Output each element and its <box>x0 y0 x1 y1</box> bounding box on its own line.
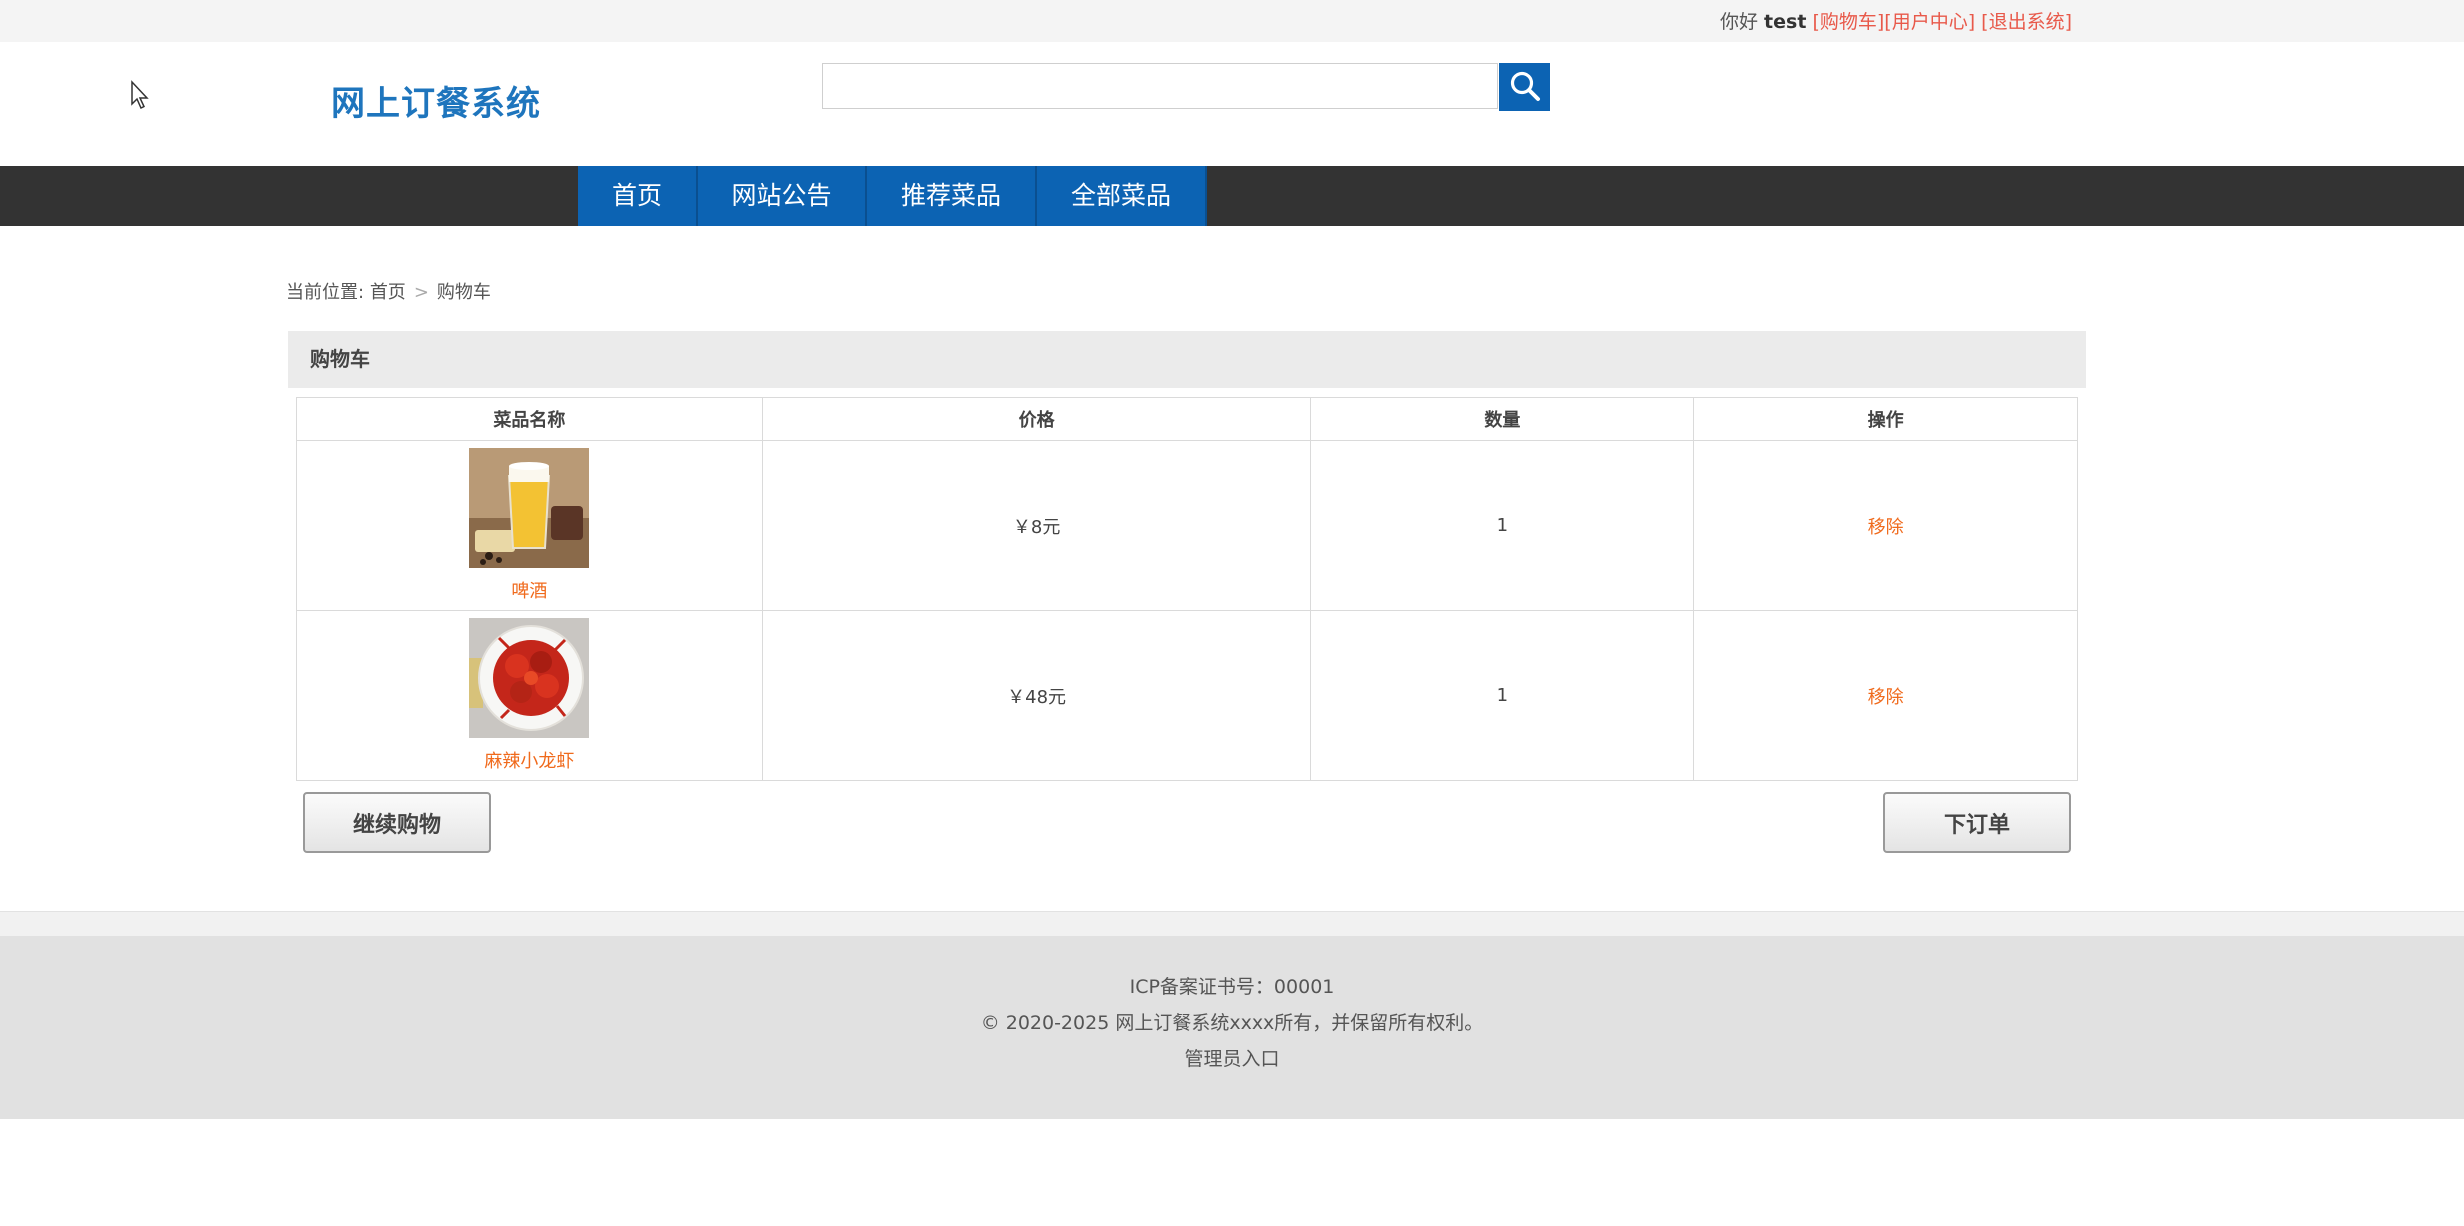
footer: ICP备案证书号：00001 © 2020-2025 网上订餐系统xxxx所有，… <box>0 936 2464 1119</box>
main-nav: 首页 网站公告 推荐菜品 全部菜品 <box>0 166 2464 226</box>
column-header-action: 操作 <box>1693 397 2078 441</box>
top-bar: 你好 test [购物车][用户中心] [退出系统] <box>0 0 2464 42</box>
crayfish-image[interactable] <box>469 618 590 738</box>
cart-table: 菜品名称 价格 数量 操作 啤酒 ￥8元 1 移除 麻辣小龙虾 ￥48元 1 移… <box>296 397 2078 781</box>
nav-recommended-dishes[interactable]: 推荐菜品 <box>867 166 1037 226</box>
quantity-cell: 1 <box>1310 440 1695 611</box>
user-welcome: 你好 test [购物车][用户中心] [退出系统] <box>1720 7 2072 34</box>
cart-table-header: 菜品名称 价格 数量 操作 <box>296 397 2078 441</box>
dish-cell: 麻辣小龙虾 <box>296 610 763 781</box>
breadcrumb-current: 购物车 <box>436 282 491 303</box>
breadcrumb: 当前位置: 首页 > 购物车 <box>286 278 491 304</box>
column-header-name: 菜品名称 <box>296 397 763 441</box>
quantity-cell: 1 <box>1310 610 1695 781</box>
footer-divider <box>0 911 2464 937</box>
nav-all-dishes[interactable]: 全部菜品 <box>1037 166 1207 226</box>
breadcrumb-home-link[interactable]: 首页 <box>370 282 406 303</box>
price-cell: ￥48元 <box>761 610 1312 781</box>
copyright-text: © 2020-2025 网上订餐系统xxxx所有，并保留所有权利。 <box>980 1012 1484 1034</box>
cart-panel-title: 购物车 <box>288 331 2086 388</box>
search-button[interactable] <box>1499 63 1550 111</box>
beer-image[interactable] <box>469 448 590 568</box>
table-row: 啤酒 ￥8元 1 移除 <box>296 440 2078 611</box>
dish-cell: 啤酒 <box>296 440 763 611</box>
nav-announcements[interactable]: 网站公告 <box>698 166 867 226</box>
site-logo[interactable]: 网上订餐系统 <box>331 76 541 125</box>
logout-link[interactable]: [退出系统] <box>1981 11 2072 33</box>
cart-link[interactable]: [购物车] <box>1812 11 1884 33</box>
mouse-cursor-icon <box>131 80 149 110</box>
place-order-button[interactable]: 下订单 <box>1883 792 2071 853</box>
username: test <box>1764 11 1807 33</box>
remove-link[interactable]: 移除 <box>1868 517 1904 538</box>
table-row: 麻辣小龙虾 ￥48元 1 移除 <box>296 610 2078 781</box>
dish-name-link[interactable]: 麻辣小龙虾 <box>298 747 761 773</box>
breadcrumb-prefix: 当前位置: <box>286 282 365 303</box>
dish-name-link[interactable]: 啤酒 <box>298 577 761 603</box>
icp-text: ICP备案证书号：00001 <box>1129 976 1335 998</box>
admin-entry-link[interactable]: 管理员入口 <box>1184 1048 1279 1070</box>
remove-link[interactable]: 移除 <box>1868 687 1904 708</box>
action-cell: 移除 <box>1693 610 2078 781</box>
price-cell: ￥8元 <box>761 440 1312 611</box>
user-center-link[interactable]: [用户中心] <box>1884 11 1975 33</box>
search-input[interactable] <box>822 63 1498 109</box>
nav-home[interactable]: 首页 <box>578 166 698 226</box>
action-cell: 移除 <box>1693 440 2078 611</box>
continue-shopping-button[interactable]: 继续购物 <box>303 792 491 853</box>
search-icon <box>1510 71 1540 101</box>
breadcrumb-chevron-icon: > <box>413 282 429 303</box>
column-header-price: 价格 <box>761 397 1312 441</box>
column-header-quantity: 数量 <box>1310 397 1695 441</box>
greeting-text: 你好 <box>1719 11 1758 33</box>
